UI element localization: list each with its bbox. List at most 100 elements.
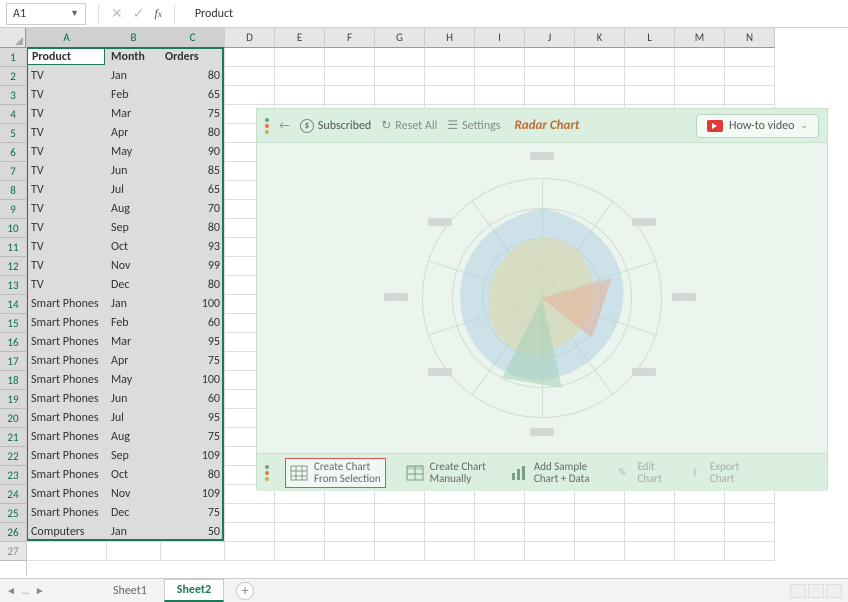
cell-M3[interactable] bbox=[675, 86, 725, 105]
cell-M2[interactable] bbox=[675, 67, 725, 86]
row-header-6[interactable]: 6 bbox=[0, 143, 26, 162]
cell-J1[interactable] bbox=[525, 48, 575, 67]
row-header-17[interactable]: 17 bbox=[0, 352, 26, 371]
subscribed-pill[interactable]: $ Subscribed bbox=[300, 119, 371, 133]
row-header-19[interactable]: 19 bbox=[0, 390, 26, 409]
cell-A11[interactable]: TV bbox=[27, 238, 107, 257]
row-header-10[interactable]: 10 bbox=[0, 219, 26, 238]
cell-C9[interactable]: 70 bbox=[161, 200, 225, 219]
cancel-icon[interactable]: ✕ bbox=[111, 5, 123, 22]
cell-A3[interactable]: TV bbox=[27, 86, 107, 105]
row-header-1[interactable]: 1 bbox=[0, 48, 26, 67]
column-header-N[interactable]: N bbox=[725, 28, 775, 48]
row-header-2[interactable]: 2 bbox=[0, 67, 26, 86]
cell-C14[interactable]: 100 bbox=[161, 295, 225, 314]
settings-button[interactable]: ☰ Settings bbox=[447, 118, 500, 133]
formula-content[interactable]: Product bbox=[187, 7, 842, 21]
drag-handle-icon[interactable] bbox=[265, 465, 269, 481]
cell-G2[interactable] bbox=[375, 67, 425, 86]
cell-I1[interactable] bbox=[475, 48, 525, 67]
cell-C4[interactable]: 75 bbox=[161, 105, 225, 124]
cell-A8[interactable]: TV bbox=[27, 181, 107, 200]
cell-D26[interactable] bbox=[225, 523, 275, 542]
cell-E2[interactable] bbox=[275, 67, 325, 86]
cell-C26[interactable]: 50 bbox=[161, 523, 225, 542]
cell-A18[interactable]: Smart Phones bbox=[27, 371, 107, 390]
cell-H27[interactable] bbox=[425, 542, 475, 561]
cell-I25[interactable] bbox=[475, 504, 525, 523]
cell-B13[interactable]: Dec bbox=[107, 276, 161, 295]
cell-A24[interactable]: Smart Phones bbox=[27, 485, 107, 504]
cell-I27[interactable] bbox=[475, 542, 525, 561]
column-header-D[interactable]: D bbox=[225, 28, 275, 48]
row-header-13[interactable]: 13 bbox=[0, 276, 26, 295]
cell-A27[interactable] bbox=[27, 542, 107, 561]
cell-B2[interactable]: Jan bbox=[107, 67, 161, 86]
cell-C17[interactable]: 75 bbox=[161, 352, 225, 371]
horizontal-scrollbar[interactable] bbox=[790, 584, 842, 598]
cell-B11[interactable]: Oct bbox=[107, 238, 161, 257]
cell-I2[interactable] bbox=[475, 67, 525, 86]
cell-I26[interactable] bbox=[475, 523, 525, 542]
cell-C19[interactable]: 60 bbox=[161, 390, 225, 409]
caret-left-icon[interactable]: ◄ bbox=[6, 584, 16, 597]
cell-K1[interactable] bbox=[575, 48, 625, 67]
cell-N3[interactable] bbox=[725, 86, 775, 105]
row-header-27[interactable]: 27 bbox=[0, 542, 26, 561]
row-header-18[interactable]: 18 bbox=[0, 371, 26, 390]
cell-G26[interactable] bbox=[375, 523, 425, 542]
caret-right-icon[interactable]: ► bbox=[35, 584, 45, 597]
cell-B10[interactable]: Sep bbox=[107, 219, 161, 238]
cell-K27[interactable] bbox=[575, 542, 625, 561]
row-header-20[interactable]: 20 bbox=[0, 409, 26, 428]
cell-H3[interactable] bbox=[425, 86, 475, 105]
cell-M26[interactable] bbox=[675, 523, 725, 542]
cell-C23[interactable]: 80 bbox=[161, 466, 225, 485]
cell-A15[interactable]: Smart Phones bbox=[27, 314, 107, 333]
cell-A5[interactable]: TV bbox=[27, 124, 107, 143]
cell-F25[interactable] bbox=[325, 504, 375, 523]
row-header-11[interactable]: 11 bbox=[0, 238, 26, 257]
cell-K2[interactable] bbox=[575, 67, 625, 86]
cell-C8[interactable]: 65 bbox=[161, 181, 225, 200]
cell-B8[interactable]: Jul bbox=[107, 181, 161, 200]
back-button[interactable]: ← bbox=[279, 119, 290, 133]
cell-B27[interactable] bbox=[107, 542, 161, 561]
howto-video-button[interactable]: How-to video ⌄ bbox=[696, 114, 819, 138]
cell-J25[interactable] bbox=[525, 504, 575, 523]
cell-C21[interactable]: 75 bbox=[161, 428, 225, 447]
cell-M25[interactable] bbox=[675, 504, 725, 523]
cell-L3[interactable] bbox=[625, 86, 675, 105]
fx-icon[interactable]: fx bbox=[154, 6, 161, 21]
cell-A1[interactable]: Product bbox=[27, 48, 107, 67]
cell-B4[interactable]: Mar bbox=[107, 105, 161, 124]
cell-A25[interactable]: Smart Phones bbox=[27, 504, 107, 523]
row-header-16[interactable]: 16 bbox=[0, 333, 26, 352]
column-header-M[interactable]: M bbox=[675, 28, 725, 48]
create-chart-manually-button[interactable]: Create ChartManually bbox=[402, 459, 490, 487]
cell-A21[interactable]: Smart Phones bbox=[27, 428, 107, 447]
cell-B7[interactable]: Jun bbox=[107, 162, 161, 181]
row-header-9[interactable]: 9 bbox=[0, 200, 26, 219]
cell-G27[interactable] bbox=[375, 542, 425, 561]
cell-C11[interactable]: 93 bbox=[161, 238, 225, 257]
cell-N2[interactable] bbox=[725, 67, 775, 86]
cell-N25[interactable] bbox=[725, 504, 775, 523]
cell-C25[interactable]: 75 bbox=[161, 504, 225, 523]
cell-D25[interactable] bbox=[225, 504, 275, 523]
cell-F26[interactable] bbox=[325, 523, 375, 542]
cell-L1[interactable] bbox=[625, 48, 675, 67]
cell-B22[interactable]: Sep bbox=[107, 447, 161, 466]
cell-N26[interactable] bbox=[725, 523, 775, 542]
cell-C13[interactable]: 80 bbox=[161, 276, 225, 295]
cell-L26[interactable] bbox=[625, 523, 675, 542]
cell-E3[interactable] bbox=[275, 86, 325, 105]
cell-F1[interactable] bbox=[325, 48, 375, 67]
cell-H2[interactable] bbox=[425, 67, 475, 86]
cell-A16[interactable]: Smart Phones bbox=[27, 333, 107, 352]
cell-A7[interactable]: TV bbox=[27, 162, 107, 181]
row-header-7[interactable]: 7 bbox=[0, 162, 26, 181]
cell-B18[interactable]: May bbox=[107, 371, 161, 390]
row-header-3[interactable]: 3 bbox=[0, 86, 26, 105]
cell-C1[interactable]: Orders bbox=[161, 48, 225, 67]
